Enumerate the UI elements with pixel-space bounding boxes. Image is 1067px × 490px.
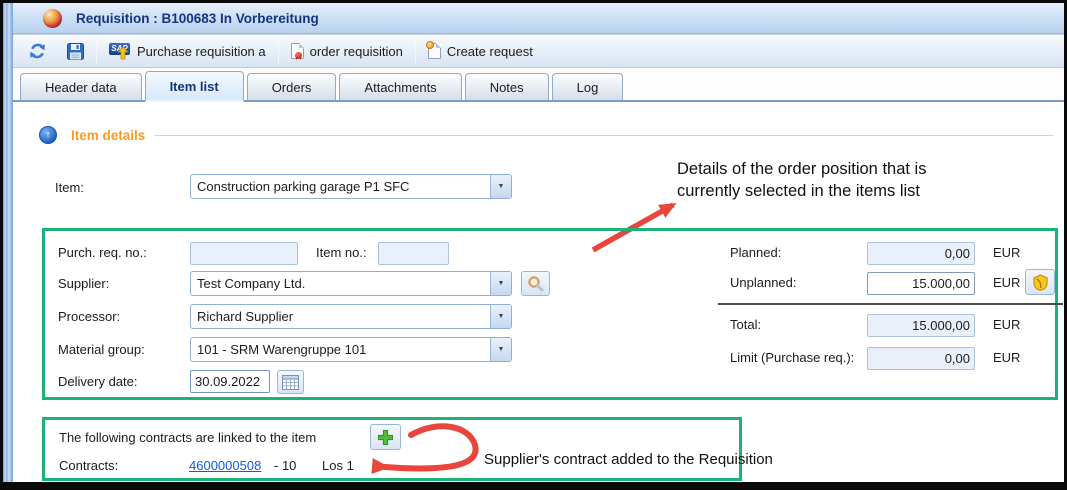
tab-attachments[interactable]: Attachments <box>339 73 461 100</box>
order-requisition-label: order requisition <box>310 44 403 59</box>
limit-field[interactable] <box>867 347 975 370</box>
tab-notes[interactable]: Notes <box>465 73 549 100</box>
contract-lot: Los 1 <box>322 458 354 473</box>
contract-position: - 10 <box>274 458 296 473</box>
app-orb-icon <box>43 9 62 28</box>
limit-label: Limit (Purchase req.): <box>730 350 854 365</box>
tab-header-data[interactable]: Header data <box>20 73 142 100</box>
toolbar-separator <box>96 39 97 63</box>
requisition-window: Requisition : B100683 In Vorbereitung <box>0 0 1067 490</box>
supplier-combobox-value: Test Company Ltd. <box>191 276 490 291</box>
search-icon <box>527 275 544 292</box>
chevron-down-icon[interactable]: ▼ <box>490 272 511 295</box>
unplanned-field[interactable] <box>867 272 975 295</box>
contracts-header: The following contracts are linked to th… <box>59 430 316 445</box>
save-icon <box>67 43 84 60</box>
planned-field[interactable] <box>867 242 975 265</box>
order-document-icon <box>291 43 304 59</box>
new-request-icon <box>428 43 441 59</box>
section-title: Item details <box>71 128 145 143</box>
unplanned-currency: EUR <box>993 275 1020 290</box>
purchase-requisition-button[interactable]: SAP Purchase requisition a <box>102 38 273 64</box>
material-group-label: Material group: <box>58 342 145 357</box>
purch-req-no-field[interactable] <box>190 242 298 265</box>
tab-orders[interactable]: Orders <box>247 73 337 100</box>
budget-check-button[interactable] <box>1025 269 1055 295</box>
processor-combobox-value: Richard Supplier <box>191 309 490 324</box>
create-request-button[interactable]: Create request <box>421 38 540 64</box>
toolbar-separator <box>415 39 416 63</box>
calendar-icon <box>282 375 299 390</box>
order-requisition-button[interactable]: order requisition <box>284 38 410 64</box>
sap-transfer-icon: SAP <box>109 43 131 59</box>
calendar-button[interactable] <box>277 370 304 394</box>
refresh-icon <box>28 42 47 60</box>
window-left-frame <box>3 3 13 482</box>
plus-icon <box>377 429 394 446</box>
contracts-label: Contracts: <box>59 458 118 473</box>
toolbar-separator <box>278 39 279 63</box>
item-no-field[interactable] <box>378 242 449 265</box>
tab-log[interactable]: Log <box>552 73 624 100</box>
item-label: Item: <box>55 180 84 195</box>
supplier-label: Supplier: <box>58 276 109 291</box>
item-combobox-value: Construction parking garage P1 SFC <box>191 179 490 194</box>
item-list-panel: ↑ Item details Item: Construction parkin… <box>13 102 1064 482</box>
tab-item-list[interactable]: Item list <box>145 71 244 102</box>
planned-currency: EUR <box>993 245 1020 260</box>
amounts-divider <box>718 303 1063 305</box>
planned-label: Planned: <box>730 245 781 260</box>
unplanned-label: Unplanned: <box>730 275 797 290</box>
save-button[interactable] <box>60 38 91 64</box>
supplier-search-button[interactable] <box>521 271 550 296</box>
purchase-requisition-label: Purchase requisition a <box>137 44 266 59</box>
section-rule <box>155 135 1053 136</box>
item-combobox[interactable]: Construction parking garage P1 SFC ▼ <box>190 174 512 199</box>
material-group-combobox-value: 101 - SRM Warengruppe 101 <box>191 342 490 357</box>
chevron-down-icon[interactable]: ▼ <box>490 175 511 198</box>
delivery-date-field[interactable] <box>190 370 270 393</box>
supplier-combobox[interactable]: Test Company Ltd. ▼ <box>190 271 512 296</box>
limit-currency: EUR <box>993 350 1020 365</box>
chevron-down-icon[interactable]: ▼ <box>490 305 511 328</box>
add-contract-button[interactable] <box>370 424 401 450</box>
tab-bar: Header data Item list Orders Attachments… <box>13 68 1064 102</box>
total-field[interactable] <box>867 314 975 337</box>
delivery-date-label: Delivery date: <box>58 374 137 389</box>
processor-label: Processor: <box>58 309 120 324</box>
purch-req-no-label: Purch. req. no.: <box>58 245 147 260</box>
item-no-label: Item no.: <box>316 245 367 260</box>
contract-number-link[interactable]: 4600000508 <box>189 458 261 473</box>
create-request-label: Create request <box>447 44 533 59</box>
toolbar: SAP Purchase requisition a order requisi… <box>13 34 1064 68</box>
collapse-section-icon[interactable]: ↑ <box>39 126 57 144</box>
refresh-button[interactable] <box>21 38 54 64</box>
material-group-combobox[interactable]: 101 - SRM Warengruppe 101 ▼ <box>190 337 512 362</box>
processor-combobox[interactable]: Richard Supplier ▼ <box>190 304 512 329</box>
window-title: Requisition : B100683 In Vorbereitung <box>76 11 319 26</box>
contract-annotation: Supplier's contract added to the Requisi… <box>484 451 773 468</box>
shield-icon <box>1033 274 1048 291</box>
total-label: Total: <box>730 317 761 332</box>
total-currency: EUR <box>993 317 1020 332</box>
chevron-down-icon[interactable]: ▼ <box>490 338 511 361</box>
window-titlebar: Requisition : B100683 In Vorbereitung <box>13 3 1064 34</box>
item-details-annotation: Details of the order position that is cu… <box>677 159 1037 203</box>
